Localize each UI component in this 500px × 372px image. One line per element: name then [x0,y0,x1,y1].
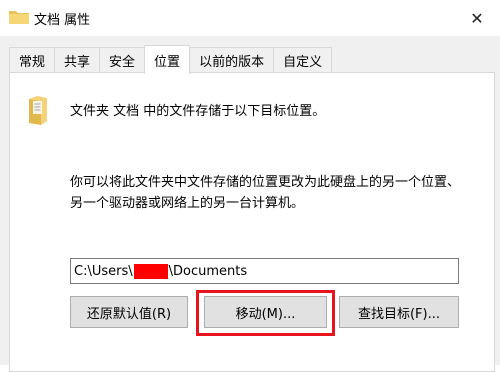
folder-icon [9,11,29,24]
redacted-username [133,263,168,279]
location-info: 文件夹 文档 中的文件存储于以下目标位置。 [70,104,326,119]
path-input[interactable]: C:\Users\ \Documents [70,258,459,284]
restore-default-button[interactable]: 还原默认值(R) [70,296,188,328]
location-description: 你可以将此文件夹中文件存储的位置更改为此硬盘上的另一个位置、另一个驱动器或网络上… [70,175,461,211]
documents-folder-icon [29,96,47,125]
tab-sharing[interactable]: 共享 [54,47,101,73]
close-button[interactable]: ✕ [454,0,500,36]
path-suffix: \Documents [168,263,248,279]
find-target-button[interactable]: 查找目标(F)... [339,296,459,328]
title-bar: 文档 属性 ✕ [0,0,500,36]
highlight-box [196,290,335,336]
tab-location[interactable]: 位置 [144,45,191,74]
tab-bar: 常规 共享 安全 位置 以前的版本 自定义 [9,45,333,74]
tab-general[interactable]: 常规 [9,47,56,73]
tab-previous-versions[interactable]: 以前的版本 [189,47,275,73]
path-prefix: C:\Users\ [74,263,133,279]
close-icon: ✕ [470,8,484,28]
tab-customize[interactable]: 自定义 [273,47,333,73]
window-title: 文档 属性 [34,13,91,28]
tab-security[interactable]: 安全 [99,47,146,73]
